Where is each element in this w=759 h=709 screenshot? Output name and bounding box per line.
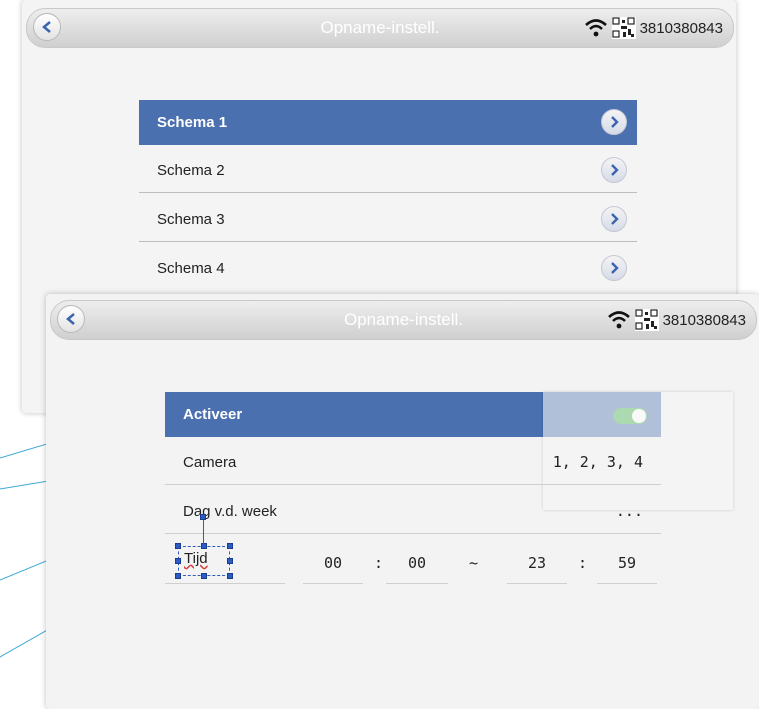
selection-handle	[201, 573, 207, 579]
chevron-right-icon[interactable]	[601, 255, 627, 281]
wifi-icon	[607, 311, 630, 329]
colon-separator: :	[578, 554, 588, 572]
menu-item-label: Schema 4	[157, 260, 225, 277]
menu-item-schema-1[interactable]: Schema 1	[139, 100, 637, 145]
device-id: 3810380843	[662, 311, 746, 329]
device-id: 3810380843	[639, 19, 723, 37]
menu-item-schema-2[interactable]: Schema 2	[139, 148, 637, 193]
menu-item-label: Schema 1	[157, 114, 228, 131]
qr-code-icon	[634, 309, 659, 331]
menu-item-label: Schema 3	[157, 210, 225, 228]
range-separator: ~	[469, 554, 479, 572]
camera-value: 1, 2, 3, 4	[552, 453, 643, 471]
back-header-bar: Opname-instell. 3810380843	[26, 8, 734, 48]
menu-item-schema-4[interactable]: Schema 4	[139, 246, 637, 291]
camera-label: Camera	[183, 453, 237, 471]
selection-handle	[227, 543, 233, 549]
time-label: Tijd	[184, 550, 208, 567]
menu-item-label: Schema 2	[157, 161, 225, 179]
chevron-right-icon[interactable]	[601, 157, 627, 183]
chevron-right-icon[interactable]	[601, 206, 627, 232]
start-minute-field[interactable]: 00	[386, 550, 448, 584]
camera-row[interactable]: Camera 1, 2, 3, 4	[165, 440, 661, 485]
menu-item-schema-3[interactable]: Schema 3	[139, 197, 637, 242]
front-header-bar: Opname-instell. 3810380843	[50, 300, 757, 340]
rotate-line	[203, 518, 204, 544]
status-area: 3810380843	[584, 17, 723, 39]
wifi-icon	[584, 19, 607, 37]
end-hour-field[interactable]: 23	[507, 550, 567, 584]
chevron-right-icon[interactable]	[601, 109, 627, 135]
selection-handle	[201, 543, 207, 549]
selection-handle	[175, 573, 181, 579]
selection-handle	[175, 558, 181, 564]
qr-code-icon	[611, 17, 636, 39]
end-minute-field[interactable]: 59	[597, 550, 657, 584]
weekday-label: Dag v.d. week	[183, 502, 277, 520]
start-hour-field[interactable]: 00	[303, 550, 363, 584]
activate-label: Activeer	[183, 406, 243, 423]
weekday-value: ...	[615, 502, 643, 520]
status-area: 3810380843	[607, 309, 746, 331]
colon-separator: :	[374, 554, 384, 572]
selection-handle	[227, 558, 233, 564]
selection-handle	[227, 573, 233, 579]
selection-handle	[175, 543, 181, 549]
rotate-handle	[200, 514, 206, 520]
weekday-row[interactable]: Dag v.d. week ...	[165, 489, 661, 534]
